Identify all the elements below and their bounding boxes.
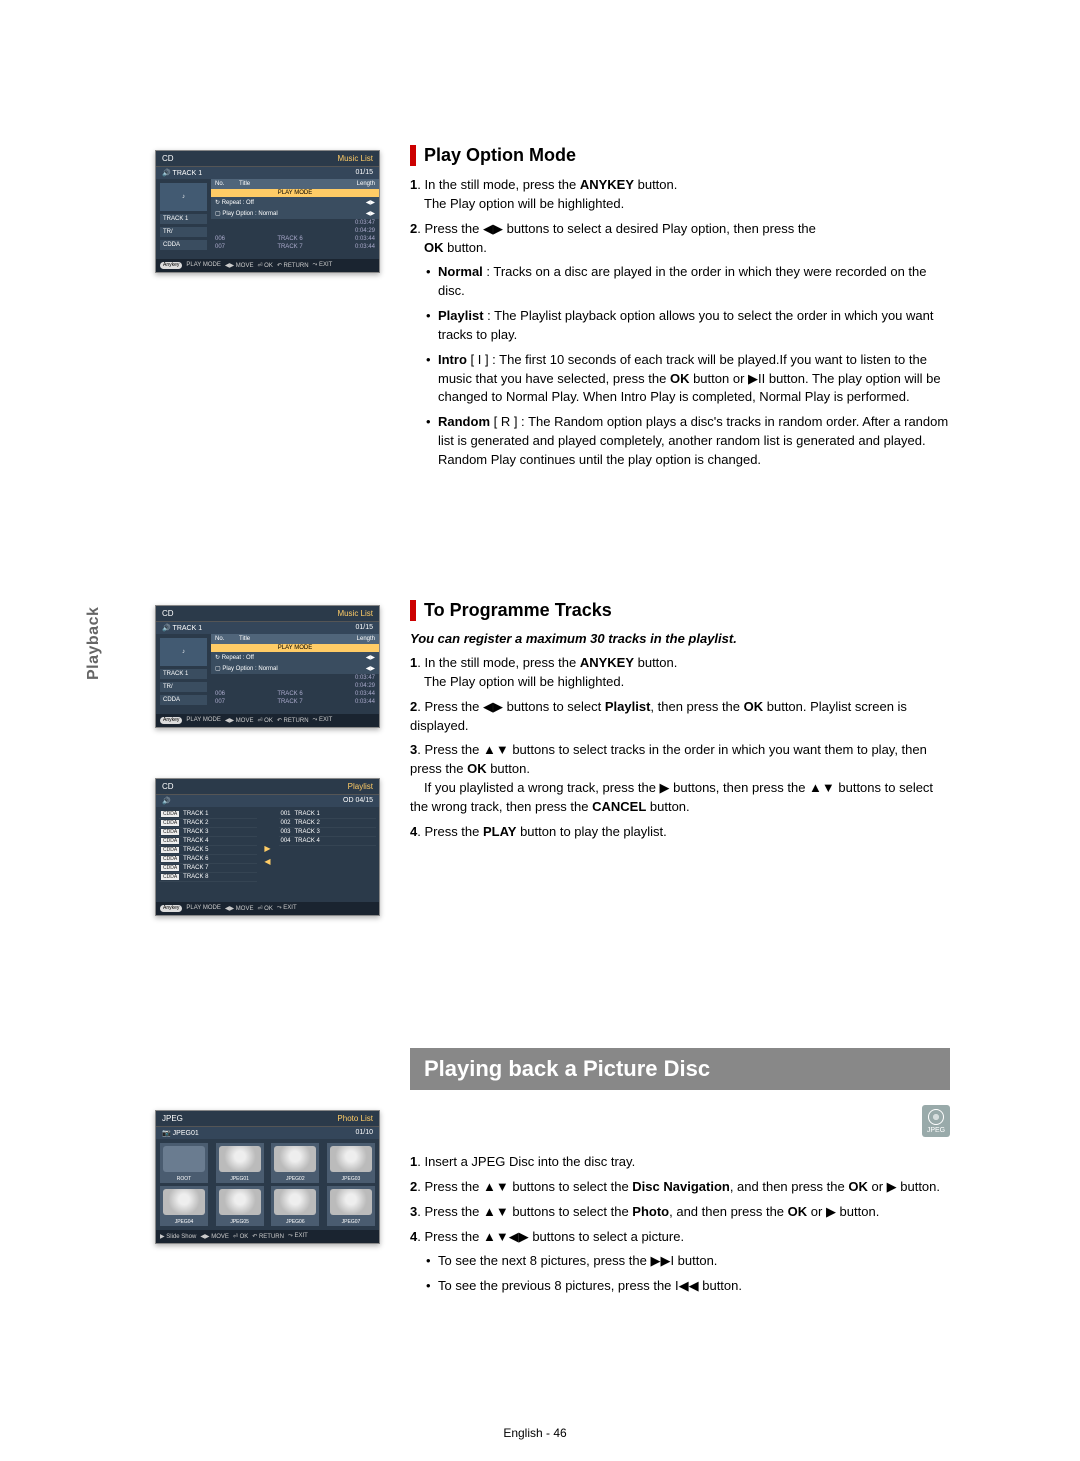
- step-2: 2. Press the ◀▶ buttons to select Playli…: [410, 698, 950, 736]
- ss-title-right: Music List: [337, 154, 373, 163]
- playmode-bar: PLAY MODE: [211, 189, 379, 197]
- step-3: 3. Press the ▲▼ buttons to select the Ph…: [410, 1203, 950, 1222]
- playlist-source: CDDATRACK 1CDDATRACK 2CDDATRACK 3CDDATRA…: [156, 807, 260, 902]
- step-1: 1. In the still mode, press the ANYKEY b…: [410, 176, 950, 214]
- left-chip: CDDA: [160, 240, 207, 250]
- screenshot-cd-playmode-2: CDMusic List 🔊 TRACK 101/15 ♪ TRACK 1 TR…: [155, 605, 380, 728]
- ss-sub-right: 01/15: [355, 169, 373, 177]
- screenshot-cd-playmode: CD Music List 🔊 TRACK 1 01/15 ♪ TRACK 1 TR…: [155, 150, 380, 273]
- bullet-next8: To see the next 8 pictures, press the ▶▶…: [438, 1252, 950, 1271]
- playlist-arrows: ▶◀: [260, 807, 276, 902]
- step-3: 3. Press the ▲▼ buttons to select tracks…: [410, 741, 950, 816]
- playoption-row: ▢ Play Option : Normal◀▶: [211, 208, 379, 219]
- playlist-dest: 001TRACK 1002TRACK 2003TRACK 3004TRACK 4: [276, 807, 380, 902]
- left-track: TR/: [160, 227, 207, 237]
- jpeg-thumb-grid: ROOTJPEG01JPEG02JPEG03JPEG04JPEG05JPEG06…: [156, 1139, 379, 1230]
- section-bar-picture-disc: Playing back a Picture Disc: [410, 1048, 950, 1090]
- step-1: 1. In the still mode, press the ANYKEY b…: [410, 654, 950, 692]
- step-1: 1. Insert a JPEG Disc into the disc tray…: [410, 1153, 950, 1172]
- bullet-random: Random [ R ] : The Random option plays a…: [438, 413, 950, 470]
- table-header: No.TitleLength: [211, 179, 379, 189]
- ss-sub-left: 🔊 TRACK 1: [162, 169, 202, 177]
- bullet-prev8: To see the previous 8 pictures, press th…: [438, 1277, 950, 1296]
- step-4: 4. Press the ▲▼◀▶ buttons to select a pi…: [410, 1228, 950, 1247]
- page-footer: English - 46: [120, 1426, 950, 1440]
- ss-title-left: CD: [162, 154, 174, 163]
- jpeg-badge-icon: JPEG: [922, 1105, 950, 1137]
- repeat-row: ↻ Repeat : Off◀▶: [211, 197, 379, 208]
- step-2: 2. Press the ◀▶ buttons to select a desi…: [410, 220, 950, 258]
- step-4: 4. Press the PLAY button to play the pla…: [410, 823, 950, 842]
- bullet-intro: Intro [ I ] : The first 10 seconds of ea…: [438, 351, 950, 408]
- step-2: 2. Press the ▲▼ buttons to select the Di…: [410, 1178, 950, 1197]
- heading-play-option: Play Option Mode: [410, 145, 950, 166]
- album-art-placeholder: ♪: [160, 183, 207, 211]
- screenshot-jpeg: JPEGPhoto List 📷 JPEG0101/10 ROOTJPEG01J…: [155, 1110, 380, 1244]
- sidebar-tab-playback: Playback: [85, 607, 103, 680]
- bullet-normal: Normal : Tracks on a disc are played in …: [438, 263, 950, 301]
- left-track: TRACK 1: [160, 214, 207, 224]
- note-max-tracks: You can register a maximum 30 tracks in …: [410, 631, 950, 646]
- heading-programme-tracks: To Programme Tracks: [410, 600, 950, 621]
- ss-footer: Anykey PLAY MODE ◀▶ MOVE ⏎ OK ↶ RETURN ⤳…: [156, 259, 379, 272]
- screenshot-playlist: CDPlaylist 🔊 OD 04/15 CDDATRACK 1CDDATRA…: [155, 778, 380, 916]
- bullet-playlist: Playlist : The Playlist playback option …: [438, 307, 950, 345]
